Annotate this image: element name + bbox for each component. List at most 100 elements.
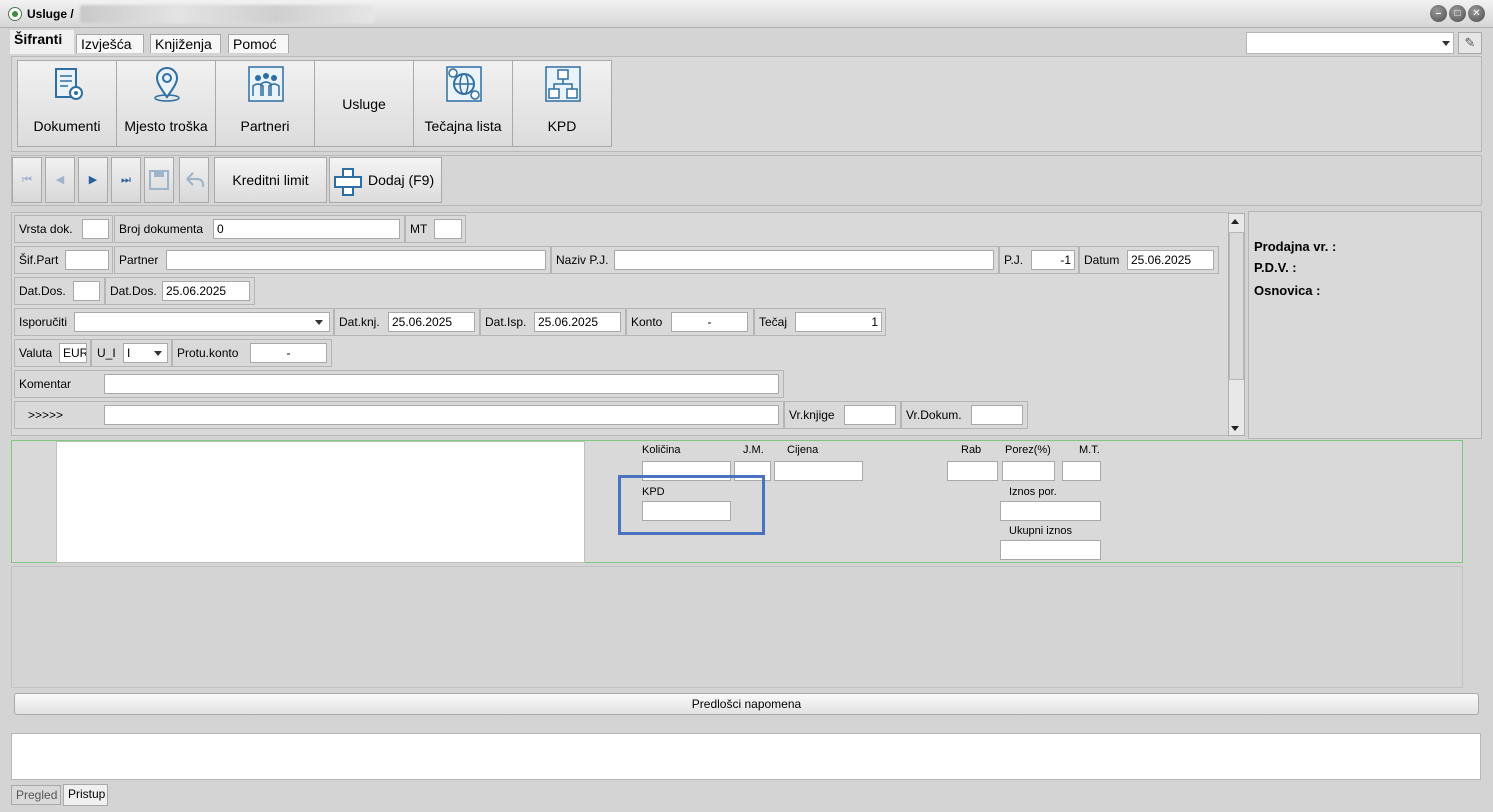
vrsta-dok-label: Vrsta dok. [19,222,73,236]
undo-arrow-icon [186,172,204,187]
partner-label: Partner [119,253,159,267]
chevron-down-icon [154,351,162,356]
komentar-input[interactable] [104,374,779,394]
ribbon-kpd-label: KPD [547,118,577,134]
kolicina-label: Količina [642,444,681,456]
ribbon-usluge-button[interactable]: Usluge [314,60,414,147]
tab-pregled[interactable]: Pregled [11,785,61,805]
kreditni-limit-button[interactable]: Kreditni limit [214,157,327,203]
vrsta-dok-input[interactable] [82,219,109,239]
protu-konto-input[interactable]: - [250,343,327,363]
dodaj-button[interactable]: Dodaj (F9) [329,157,442,203]
document-gear-icon [55,68,83,100]
datum-label: Datum [1084,253,1120,267]
pj-label: P.J. [1004,253,1024,267]
first-record-icon[interactable]: ⏮ [12,157,42,203]
scroll-up-icon[interactable] [1231,219,1239,224]
menu-tab-knjizenja[interactable]: Knjiženja [150,34,221,53]
dat-isp-input[interactable]: 25.06.2025 [534,312,621,332]
scrollbar-thumb[interactable] [1229,232,1244,380]
prodajna-vr-label: Prodajna vr. : [1254,239,1337,254]
menu-tab-sifranti[interactable]: Šifranti [10,30,74,54]
maximize-button[interactable]: □ [1449,5,1466,22]
mt-detail-label: M.T. [1079,444,1100,456]
vr-knjige-input[interactable] [844,405,896,425]
ribbon-dokumenti-button[interactable]: Dokumenti [17,60,117,147]
predlosci-napomena-button[interactable]: Predlošci napomena [14,693,1479,715]
u-i-label: U_I [97,346,116,360]
dat-dos-label-1: Dat.Dos. [19,284,66,298]
mt-label: MT [410,222,428,236]
title-redacted-area [80,5,375,23]
konto-label: Konto [631,315,663,329]
ribbon-mjesto-troska-button[interactable]: Mjesto troška [116,60,216,147]
people-group-icon [248,66,284,102]
dat-dos-input-1[interactable] [73,281,100,301]
ribbon-kpd-button[interactable]: KPD [512,60,612,147]
notes-area[interactable] [11,733,1481,780]
komentar-label: Komentar [19,377,72,391]
minimize-button[interactable]: – [1430,5,1447,22]
tab-pristup[interactable]: Pristup [63,784,108,806]
rab-input[interactable] [947,461,998,481]
menu-tab-pomoc[interactable]: Pomoć [228,34,289,53]
vr-dokum-input[interactable] [971,405,1023,425]
cijena-label: Cijena [787,444,819,456]
scroll-down-icon[interactable] [1231,426,1239,431]
kpd-highlight-box [618,475,765,535]
iznos-por-input[interactable] [1000,501,1101,521]
arrows-label: >>>>> [28,408,64,422]
mt-input[interactable] [434,219,462,239]
porez-input[interactable] [1002,461,1055,481]
valuta-input[interactable]: EUR [59,343,87,363]
sif-part-input[interactable] [65,250,109,270]
valuta-label: Valuta [19,346,53,360]
dat-knj-input[interactable]: 25.06.2025 [388,312,475,332]
arrows-input[interactable] [104,405,779,425]
naziv-pj-input[interactable] [614,250,994,270]
konto-input[interactable]: - [671,312,748,332]
ribbon-partneri-button[interactable]: Partneri [215,60,315,147]
tecaj-input[interactable]: 1 [795,312,882,332]
naziv-pj-label: Naziv P.J. [556,253,609,267]
vr-dokum-label: Vr.Dokum. [906,408,962,422]
dat-dos-input-2[interactable]: 25.06.2025 [162,281,250,301]
items-grid[interactable] [11,566,1463,688]
vr-knjige-label: Vr.knjige [789,408,835,422]
menu-tab-izvjesca[interactable]: Izvješća [76,34,144,53]
pdv-label: P.D.V. : [1254,260,1297,275]
ribbon-usluge-label: Usluge [342,96,386,112]
prev-record-icon[interactable]: ◀ [45,157,75,203]
next-record-icon[interactable]: ▶ [78,157,108,203]
pin-icon[interactable]: ✎ [1458,32,1482,54]
dat-isp-label: Dat.Isp. [485,315,527,329]
hierarchy-icon [545,66,581,102]
datum-input[interactable]: 25.06.2025 [1127,250,1214,270]
ribbon-tecajna-lista-label: Tečajna lista [424,118,502,134]
protu-konto-label: Protu.konto [177,346,239,360]
sif-part-label: Šif.Part [19,253,59,267]
globe-currency-icon [446,66,482,102]
dat-dos-label-2: Dat.Dos. [110,284,157,298]
window-title: Usluge / [27,7,74,21]
save-icon[interactable] [144,157,174,203]
item-description-area[interactable] [56,441,585,563]
location-pin-icon [154,67,180,102]
undo-icon[interactable] [179,157,209,203]
close-button[interactable]: ✕ [1468,5,1485,22]
mt-detail-input[interactable] [1062,461,1101,481]
partner-input[interactable] [166,250,546,270]
ribbon-tecajna-lista-button[interactable]: Tečajna lista [413,60,513,147]
app-icon [8,7,22,21]
tecaj-label: Tečaj [759,315,788,329]
pj-input[interactable]: -1 [1031,250,1075,270]
cijena-input[interactable] [774,461,863,481]
top-right-combo[interactable] [1246,32,1454,54]
last-record-icon[interactable]: ⏭ [111,157,141,203]
floppy-icon [149,170,169,190]
broj-dokumenta-input[interactable]: 0 [213,219,400,239]
ribbon-mjesto-troska-label: Mjesto troška [124,118,208,134]
jm-label: J.M. [743,444,764,456]
isporuciti-select[interactable] [74,312,330,332]
ukupni-iznos-input[interactable] [1000,540,1101,560]
